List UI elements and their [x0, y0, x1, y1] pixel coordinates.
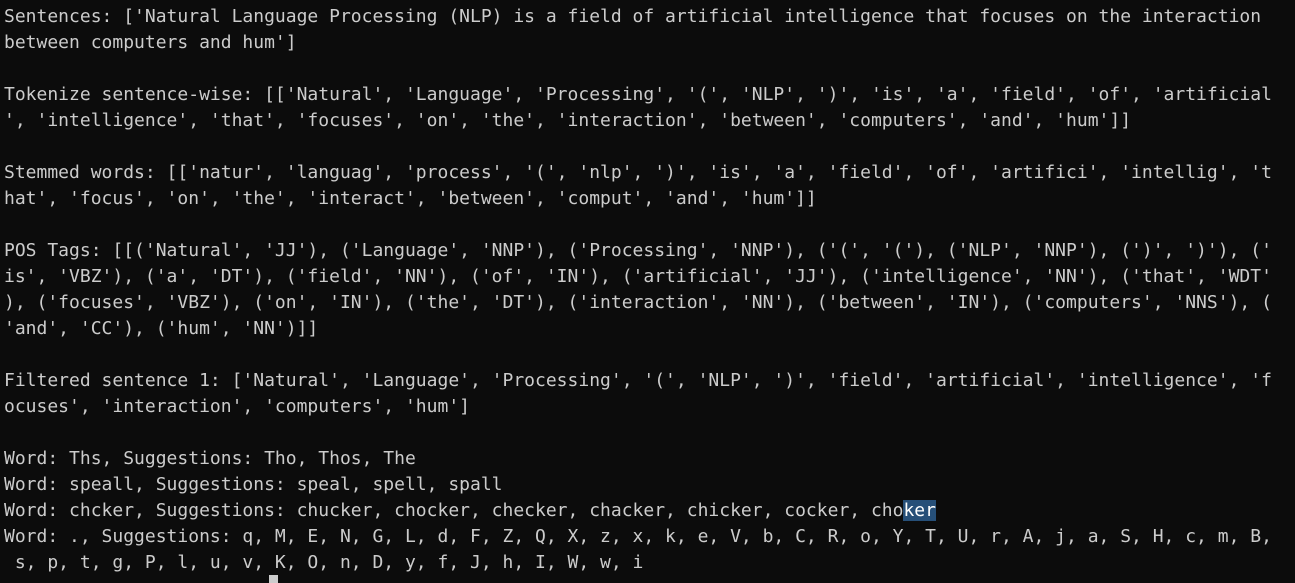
output-line: Word: ., Suggestions: q, M, E, N, G, L, … [4, 526, 1272, 547]
output-line: Filtered sentence 1: ['Natural', 'Langua… [4, 370, 1272, 391]
output-text: Word: chcker, Suggestions: chucker, choc… [4, 500, 904, 521]
output-line: ', 'intelligence', 'that', 'focuses', 'o… [4, 110, 1132, 131]
output-line: Tokenize sentence-wise: [['Natural', 'La… [4, 84, 1272, 105]
output-line: POS Tags: [[('Natural', 'JJ'), ('Languag… [4, 240, 1272, 261]
output-line: 'and', 'CC'), ('hum', 'NN')]] [4, 318, 319, 339]
output-line: hat', 'focus', 'on', 'the', 'interact', … [4, 188, 817, 209]
output-line: is', 'VBZ'), ('a', 'DT'), ('field', 'NN'… [4, 266, 1272, 287]
output-line: ocuses', 'interaction', 'computers', 'hu… [4, 396, 470, 417]
terminal-output[interactable]: ------------------------------- Sentence… [0, 0, 1295, 583]
output-line: Word: Ths, Suggestions: Tho, Thos, The [4, 448, 416, 469]
text-selection[interactable]: ker [903, 500, 936, 521]
output-line-with-selection: Word: chcker, Suggestions: chucker, choc… [4, 498, 936, 524]
output-line: s, p, t, g, P, l, u, v, K, O, n, D, y, f… [4, 552, 644, 573]
output-line: between computers and hum'] [4, 32, 297, 53]
output-line: Sentences: ['Natural Language Processing… [4, 6, 1262, 27]
output-line: Word: speall, Suggestions: speal, spell,… [4, 474, 503, 495]
text-cursor [269, 575, 278, 583]
output-line: ), ('focuses', 'VBZ'), ('on', 'IN'), ('t… [4, 292, 1272, 313]
output-line: Stemmed words: [['natur', 'languag', 'pr… [4, 162, 1272, 183]
